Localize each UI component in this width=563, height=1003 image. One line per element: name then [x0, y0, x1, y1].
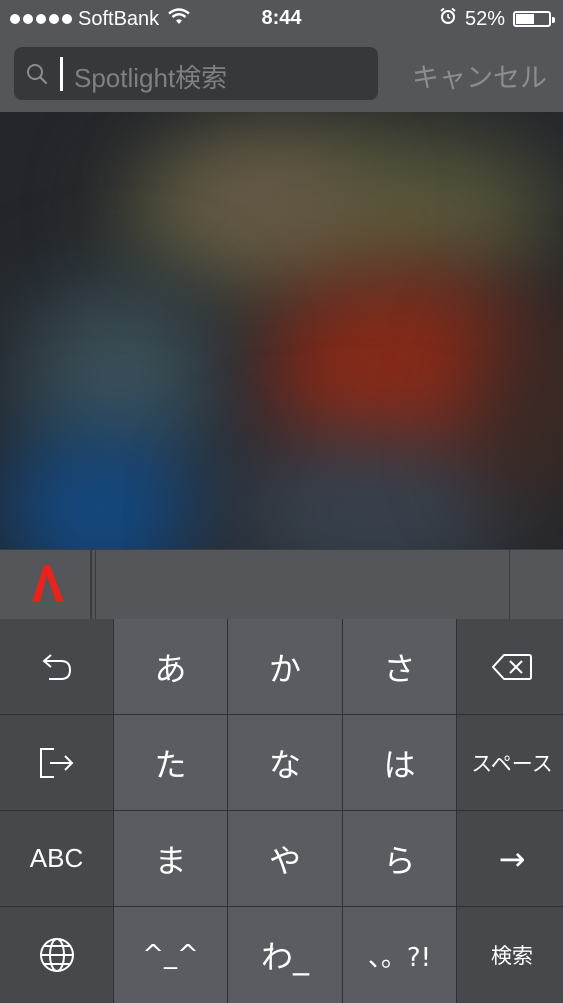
search-header: Spotlight検索 キャンセル: [0, 38, 563, 112]
battery-percent: 52%: [464, 7, 505, 30]
alarm-icon: [439, 7, 457, 31]
candidate-area: [95, 550, 510, 620]
search-input[interactable]: Spotlight検索: [14, 47, 378, 100]
search-key[interactable]: 検索: [457, 907, 563, 1003]
undo-key[interactable]: [0, 619, 113, 714]
next-key[interactable]: [0, 715, 113, 810]
key-ya-row[interactable]: や: [228, 811, 342, 906]
key-na-row[interactable]: な: [228, 715, 342, 810]
status-bar: SoftBank 8:44 52%: [0, 0, 563, 38]
key-sa-row[interactable]: さ: [343, 619, 456, 714]
search-icon: [26, 63, 48, 85]
next-icon: [38, 746, 76, 780]
key-ra-row[interactable]: ら: [343, 811, 456, 906]
undo-icon: [39, 649, 75, 685]
punctuation-key[interactable]: 、。?!: [343, 907, 456, 1003]
search-placeholder: Spotlight検索: [74, 63, 228, 93]
globe-key[interactable]: [0, 907, 113, 1003]
text-caret: [60, 57, 63, 91]
keyboard-app-logo-icon[interactable]: [0, 550, 92, 620]
delete-key[interactable]: [457, 619, 563, 714]
battery-icon: [513, 11, 555, 27]
candidate-bar: [0, 549, 563, 620]
key-wa-row[interactable]: わ_: [228, 907, 342, 1003]
space-key[interactable]: スペース: [457, 715, 563, 810]
right-arrow-key[interactable]: →: [457, 811, 563, 906]
key-a-row[interactable]: あ: [114, 619, 227, 714]
cancel-button[interactable]: キャンセル: [412, 56, 547, 95]
delete-icon: [491, 653, 533, 681]
globe-icon: [38, 936, 76, 974]
blurred-background: [0, 112, 563, 549]
key-ka-row[interactable]: か: [228, 619, 342, 714]
key-ha-row[interactable]: は: [343, 715, 456, 810]
emoticon-key[interactable]: ^_^: [114, 907, 227, 1003]
abc-key[interactable]: ABC: [0, 811, 113, 906]
keyboard: あ か さ た な は スペース ABC ま や ら → ^_^ わ_ 、。?!…: [0, 619, 563, 1003]
key-ma-row[interactable]: ま: [114, 811, 227, 906]
key-ta-row[interactable]: た: [114, 715, 227, 810]
